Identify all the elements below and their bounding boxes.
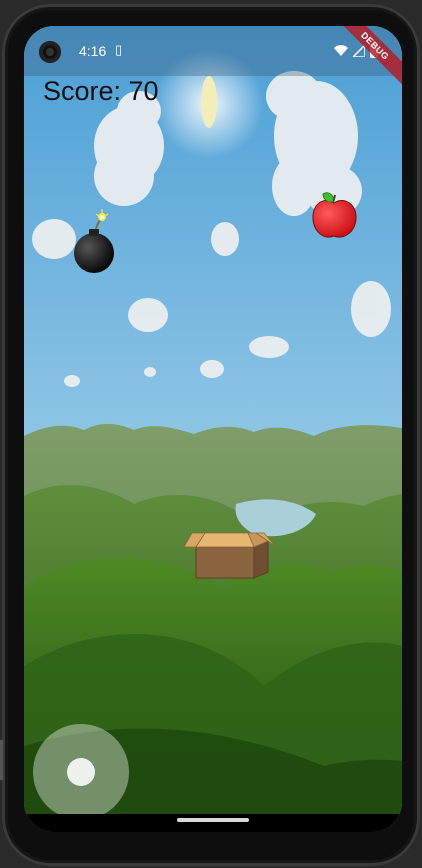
navigation-bar <box>24 814 402 832</box>
sim-card-icon: ▯ <box>115 42 123 57</box>
side-button <box>0 740 3 780</box>
home-indicator[interactable] <box>177 818 249 822</box>
score-label: Score: 70 <box>43 76 159 106</box>
virtual-joystick[interactable] <box>33 724 129 820</box>
game-scene <box>24 26 402 832</box>
status-time: 4:16 <box>79 43 107 59</box>
cardboard-box-icon <box>183 532 277 579</box>
joystick-knob[interactable] <box>67 758 95 786</box>
front-camera <box>39 41 61 63</box>
wifi-icon <box>334 45 348 56</box>
cell-signal-icon <box>353 45 365 57</box>
game-screen[interactable]: 4:16 ▯ DEBUG Score: 70 <box>24 26 402 832</box>
status-bar: 4:16 ▯ DEBUG <box>24 26 402 91</box>
